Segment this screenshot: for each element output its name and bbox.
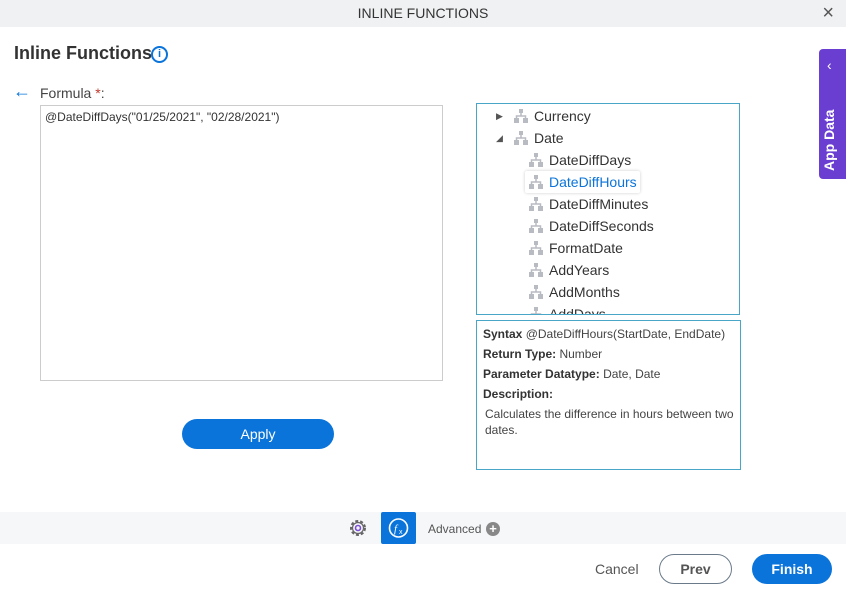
param-datatype-label: Parameter Datatype: bbox=[483, 367, 600, 381]
tree-item[interactable]: AddDays bbox=[528, 303, 606, 315]
tree-item-label: DateDiffSeconds bbox=[549, 218, 654, 234]
tree-item-label: Date bbox=[534, 130, 564, 146]
description-label: Description: bbox=[483, 387, 554, 401]
advanced-label[interactable]: Advanced bbox=[428, 522, 481, 536]
function-node-icon bbox=[529, 219, 543, 233]
function-tree[interactable]: ▶ Currency ◢ Date DateDiffDays DateDiffHours D… bbox=[476, 103, 740, 315]
tree-item-label: DateDiffMinutes bbox=[549, 196, 649, 212]
return-type-label: Return Type: bbox=[483, 347, 557, 361]
formula-colon: : bbox=[100, 85, 105, 101]
plus-circle-icon[interactable]: + bbox=[486, 522, 500, 536]
info-icon[interactable]: i bbox=[151, 46, 168, 63]
function-node-icon bbox=[529, 263, 543, 277]
apply-button[interactable]: Apply bbox=[182, 419, 334, 449]
tree-item[interactable]: DateDiffSeconds bbox=[528, 215, 654, 237]
tree-item[interactable]: AddMonths bbox=[528, 281, 620, 303]
svg-text:x: x bbox=[399, 529, 403, 536]
tree-item-label: FormatDate bbox=[549, 240, 623, 256]
function-node-icon bbox=[529, 197, 543, 211]
syntax-value: @DateDiffHours(StartDate, EndDate) bbox=[525, 327, 726, 341]
dialog-titlebar: INLINE FUNCTIONS × bbox=[0, 0, 846, 27]
function-details: Syntax @DateDiffHours(StartDate, EndDate… bbox=[476, 320, 741, 470]
page-title: Inline Functions bbox=[14, 43, 152, 63]
tree-item[interactable]: FormatDate bbox=[528, 237, 623, 259]
function-node-icon bbox=[529, 285, 543, 299]
tree-item-label: AddMonths bbox=[549, 284, 620, 300]
app-data-label: App Data bbox=[821, 109, 837, 171]
tree-item-label: AddYears bbox=[549, 262, 610, 278]
function-node-icon bbox=[529, 241, 543, 255]
tree-item[interactable]: DateDiffHours bbox=[525, 171, 640, 193]
function-node-icon bbox=[529, 175, 543, 189]
syntax-label: Syntax bbox=[483, 327, 523, 341]
prev-button[interactable]: Prev bbox=[659, 554, 732, 584]
function-node-icon bbox=[514, 109, 528, 123]
param-datatype-value: Date, Date bbox=[603, 367, 661, 381]
formula-input[interactable]: @DateDiffDays("01/25/2021", "02/28/2021"… bbox=[40, 105, 443, 381]
function-node-icon bbox=[514, 131, 528, 145]
tree-item[interactable]: AddYears bbox=[528, 259, 609, 281]
function-node-icon bbox=[529, 153, 543, 167]
description-text: Calculates the difference in hours betwe… bbox=[485, 407, 734, 437]
tree-item[interactable]: Date bbox=[513, 127, 564, 149]
tree-item-label: DateDiffDays bbox=[549, 152, 632, 168]
fx-icon: f x bbox=[388, 518, 409, 538]
gear-icon[interactable] bbox=[348, 518, 368, 538]
tree-item[interactable]: DateDiffMinutes bbox=[528, 193, 648, 215]
tree-item-label: DateDiffHours bbox=[549, 174, 637, 190]
back-arrow-icon[interactable]: ← bbox=[13, 81, 31, 102]
function-icon-button[interactable]: f x bbox=[381, 512, 416, 544]
function-node-icon bbox=[530, 307, 542, 314]
collapse-arrow-icon[interactable]: ◢ bbox=[496, 133, 503, 144]
chevron-left-icon: ‹ bbox=[827, 57, 832, 73]
expand-arrow-icon[interactable]: ▶ bbox=[496, 111, 503, 122]
finish-button[interactable]: Finish bbox=[752, 554, 832, 584]
return-type-value: Number bbox=[559, 347, 603, 361]
tree-item-label: AddDays bbox=[549, 306, 606, 315]
cancel-button[interactable]: Cancel bbox=[595, 561, 639, 577]
close-icon[interactable]: × bbox=[822, 0, 834, 27]
bottom-toolbar bbox=[0, 512, 846, 544]
dialog-title: INLINE FUNCTIONS bbox=[357, 5, 489, 21]
formula-label: Formula *: bbox=[40, 85, 105, 101]
tree-item[interactable]: Currency bbox=[513, 105, 591, 127]
app-data-panel-toggle[interactable]: ‹ App Data bbox=[819, 49, 846, 179]
tree-item[interactable]: DateDiffDays bbox=[528, 149, 631, 171]
formula-label-text: Formula bbox=[40, 85, 92, 101]
tree-item-label: Currency bbox=[534, 108, 591, 124]
